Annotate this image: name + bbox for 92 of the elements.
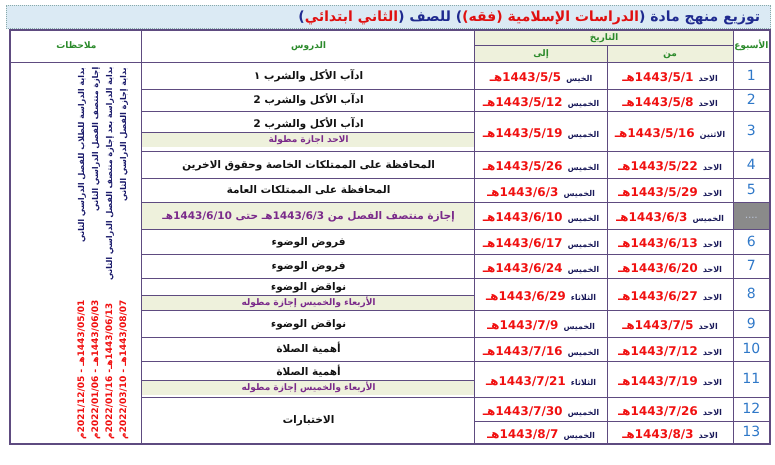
column-header: من bbox=[607, 45, 733, 62]
hijri-date: 1443/8/7هـ bbox=[487, 426, 558, 441]
hijri-date: 1443/5/29هـ bbox=[618, 184, 698, 198]
hijri-date: 1443/7/16هـ bbox=[482, 344, 563, 358]
hijri-date: 1443/6/27هـ bbox=[618, 288, 698, 302]
hijri-date: 1443/6/17هـ bbox=[482, 236, 563, 250]
day-name: الخميس bbox=[568, 240, 600, 249]
column-header: إلى bbox=[474, 45, 607, 62]
column-header: الأسبوع bbox=[733, 30, 770, 62]
week-number: 1 bbox=[733, 62, 770, 89]
day-name: الاثنين bbox=[700, 130, 726, 138]
hijri-date: 1443/7/12هـ bbox=[618, 344, 698, 358]
day-name: الاحد bbox=[698, 430, 718, 440]
week-number: 8 bbox=[733, 278, 770, 310]
week-number: 12 bbox=[733, 397, 770, 421]
lesson-title: أهمية الصلاة bbox=[275, 364, 342, 380]
day-name: الخميس bbox=[568, 98, 600, 108]
hijri-date: 1443/6/20هـ bbox=[618, 260, 698, 274]
column-header: التاريخ bbox=[474, 30, 733, 45]
hijri-date: 1443/5/8هـ bbox=[622, 94, 694, 108]
day-name: الاحد bbox=[702, 264, 722, 274]
note-text: بداية إجازة الفصل الدراسي الثاني bbox=[119, 66, 130, 200]
holiday-note: الاحد اجازة مطولة bbox=[142, 132, 474, 146]
hijri-date: 1443/5/5هـ bbox=[490, 70, 562, 84]
day-name: الاحد bbox=[698, 322, 718, 331]
week-number: 10 bbox=[733, 337, 770, 361]
note-dates: 1443/06/03هـ - 2022/01/06م bbox=[91, 299, 102, 438]
week-number: .... bbox=[733, 202, 770, 229]
day-name: الخميس bbox=[568, 348, 600, 356]
column-header: الدروس bbox=[142, 30, 475, 62]
hijri-date: 1443/5/16هـ bbox=[614, 126, 695, 140]
hijri-date: 1443/5/19هـ bbox=[482, 126, 563, 140]
day-name: الثلاثاء bbox=[570, 378, 596, 386]
hijri-date: 1443/6/3هـ bbox=[616, 210, 688, 224]
note-dates: 1443/08/07هـ - 2022/03/10م bbox=[119, 299, 130, 438]
hijri-date: 1443/7/21هـ bbox=[486, 374, 566, 388]
hijri-date: 1443/5/22هـ bbox=[618, 159, 698, 173]
day-name: الخميس bbox=[692, 214, 724, 223]
day-name: الخميس bbox=[563, 322, 595, 331]
day-name: الاحد bbox=[702, 240, 722, 249]
holiday-note: الأربعاء والخميس إجازة مطوله bbox=[142, 380, 474, 394]
day-name: الخميس bbox=[568, 264, 600, 274]
hijri-date: 1443/7/26هـ bbox=[618, 404, 698, 418]
hijri-date: 1443/6/24هـ bbox=[482, 260, 563, 274]
day-name: الاحد bbox=[702, 408, 722, 416]
hijri-date: 1443/7/19هـ bbox=[618, 374, 698, 388]
day-name: الخميس bbox=[568, 214, 600, 223]
week-number: 7 bbox=[733, 254, 770, 278]
hijri-date: 1443/7/30هـ bbox=[482, 404, 563, 418]
hijri-date: 1443/5/12هـ bbox=[482, 94, 563, 108]
hijri-date: 1443/6/29هـ bbox=[486, 288, 566, 302]
note-text: إجازة منتصف الفصل الدراسي الثاني bbox=[91, 66, 102, 211]
note-dates: 1443/06/13هـ- 2022/01/16م bbox=[105, 302, 116, 438]
hijri-date: 1443/6/10هـ bbox=[482, 210, 563, 224]
week-number: 3 bbox=[733, 111, 770, 151]
note-text: بداية الدراسة بعد إجازة منتصف الفصل الدراسي الثاني bbox=[105, 66, 116, 280]
column-header: ملاحظات bbox=[10, 30, 142, 62]
note-dates: 1443/05/01هـ - 2021/12/05م bbox=[77, 299, 88, 438]
day-name: الخميس bbox=[563, 188, 595, 198]
hijri-date: 1443/7/9هـ bbox=[487, 318, 558, 332]
week-number: 2 bbox=[733, 89, 770, 111]
day-name: الاحد bbox=[702, 163, 722, 172]
week-number: 5 bbox=[733, 178, 770, 202]
day-name: الثلاثاء bbox=[570, 292, 596, 302]
hijri-date: 1443/8/3هـ bbox=[622, 426, 694, 441]
day-name: الخميس bbox=[563, 430, 595, 440]
day-name: الخميس bbox=[568, 130, 600, 138]
lesson-title: نواقض الوضوء bbox=[270, 280, 348, 294]
day-name: الاحد bbox=[702, 348, 722, 356]
day-name: الخميس bbox=[568, 408, 600, 416]
lesson-title: ادآب الأكل والشرب 2 bbox=[252, 116, 365, 132]
holiday-note: الأربعاء والخميس إجازة مطوله bbox=[142, 294, 474, 310]
day-name: الاحد bbox=[698, 98, 718, 108]
day-name: الخيس bbox=[566, 74, 592, 83]
hijri-date: 1443/5/1هـ bbox=[622, 70, 694, 84]
day-name: الاحد bbox=[702, 378, 722, 386]
hijri-date: 1443/5/26هـ bbox=[482, 159, 563, 173]
week-number: 9 bbox=[733, 310, 770, 337]
hijri-date: 1443/6/13هـ bbox=[618, 236, 698, 250]
hijri-date: 1443/7/5هـ bbox=[622, 318, 694, 332]
week-number: 11 bbox=[733, 361, 770, 397]
day-name: الخميس bbox=[568, 163, 600, 172]
worksheet-title: توزيع منهج مادة (الدراسات الإسلامية (فقه)) للصف (الثاني ابتدائي) bbox=[6, 5, 771, 29]
day-name: الاحد bbox=[698, 74, 718, 83]
week-number: 6 bbox=[733, 229, 770, 254]
day-name: الاحد bbox=[702, 292, 722, 302]
week-number: 4 bbox=[733, 151, 770, 178]
midterm-break-note: إجازة منتصف الفصل من 1443/6/3هـ حتى 1443/6/10هـ bbox=[142, 202, 475, 229]
hijri-date: 1443/6/3هـ bbox=[487, 184, 558, 198]
lesson-title: ادآب الأكل والشرب ١ bbox=[142, 62, 475, 89]
day-name: الاحد bbox=[702, 188, 722, 198]
note-text: بداية الدراسة للطلاب للفصل الدراسي الثاني bbox=[77, 66, 88, 242]
